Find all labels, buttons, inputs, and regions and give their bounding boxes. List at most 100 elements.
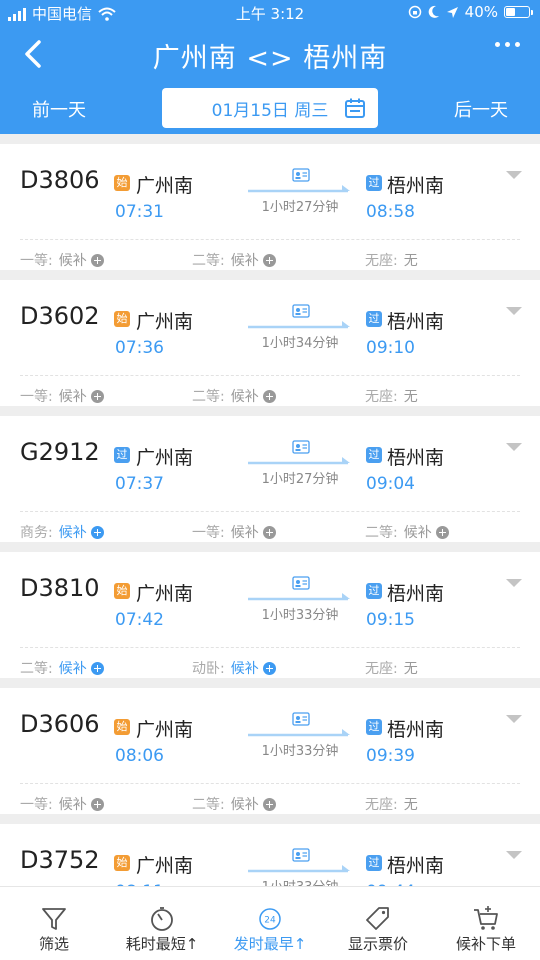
seat-availability[interactable]: 无座:无	[365, 386, 418, 406]
clock-24-icon: 24	[256, 905, 284, 933]
travel-duration: 1小时33分钟	[250, 740, 350, 759]
chevron-down-icon[interactable]	[506, 442, 522, 452]
cart-icon	[472, 905, 500, 933]
nav-bar: 广州南 <> 梧州南	[0, 28, 540, 80]
plus-icon[interactable]	[91, 254, 104, 267]
chevron-down-icon[interactable]	[506, 850, 522, 860]
tab-label: 筛选	[0, 933, 108, 954]
travel-duration: 1小时27分钟	[250, 196, 350, 215]
chevron-down-icon[interactable]	[506, 170, 522, 180]
divider	[20, 239, 520, 240]
arrival-type-badge: 过	[366, 719, 382, 735]
seat-class-label: 无座:	[365, 250, 398, 270]
seat-availability[interactable]: 一等:候补	[192, 522, 276, 542]
tab-filter[interactable]: 筛选	[0, 887, 108, 960]
departure-time: 07:37	[115, 474, 164, 494]
seat-availability[interactable]: 动卧:候补	[192, 658, 276, 678]
train-card[interactable]: D3602始广州南07:361小时34分钟过梧州南09:10一等:候补二等:候补…	[0, 280, 540, 406]
seat-class-label: 一等:	[20, 794, 53, 814]
seat-availability[interactable]: 二等:候补	[192, 794, 276, 814]
seat-status: 无	[404, 794, 418, 814]
seat-availability[interactable]: 二等:候补	[20, 658, 104, 678]
tab-label: 耗时最短↑	[108, 933, 216, 954]
seat-status: 无	[404, 658, 418, 678]
route-arrow-icon	[248, 728, 352, 740]
id-card-icon	[292, 712, 310, 726]
seat-availability[interactable]: 无座:无	[365, 794, 418, 814]
train-card[interactable]: D3752始广州南08:111小时33分钟过梧州南09:44	[0, 824, 540, 886]
chevron-down-icon[interactable]	[506, 306, 522, 316]
seat-availability[interactable]: 一等:候补	[20, 386, 104, 406]
chevron-down-icon[interactable]	[506, 714, 522, 724]
tab-label: 显示票价	[324, 933, 432, 954]
id-card-icon	[292, 576, 310, 590]
departure-type-badge: 始	[114, 855, 130, 871]
tab-shortest-duration[interactable]: 耗时最短↑	[108, 887, 216, 960]
departure-type-badge: 始	[114, 311, 130, 327]
seat-availability[interactable]: 无座:无	[365, 250, 418, 270]
tab-waitlist-order[interactable]: 候补下单	[432, 887, 540, 960]
more-button[interactable]	[495, 42, 520, 47]
tab-label: 发时最早↑	[216, 933, 324, 954]
id-card-icon	[292, 440, 310, 454]
departure-station: 广州南	[136, 851, 193, 878]
plus-icon[interactable]	[91, 526, 104, 539]
seat-class-label: 一等:	[20, 250, 53, 270]
next-day-button[interactable]: 后一天	[454, 96, 508, 122]
plus-icon[interactable]	[263, 526, 276, 539]
plus-icon[interactable]	[91, 390, 104, 403]
seat-class-label: 二等:	[192, 250, 225, 270]
seat-status: 候补	[59, 658, 87, 678]
departure-time: 07:31	[115, 202, 164, 222]
seat-status: 候补	[59, 794, 87, 814]
train-number: D3752	[20, 846, 100, 874]
plus-icon[interactable]	[436, 526, 449, 539]
train-card[interactable]: D3806始广州南07:311小时27分钟过梧州南08:58一等:候补二等:候补…	[0, 144, 540, 270]
tab-show-price[interactable]: 显示票价	[324, 887, 432, 960]
plus-icon[interactable]	[263, 254, 276, 267]
plus-icon[interactable]	[263, 798, 276, 811]
departure-type-badge: 始	[114, 719, 130, 735]
train-card[interactable]: D3606始广州南08:061小时33分钟过梧州南09:39一等:候补二等:候补…	[0, 688, 540, 814]
battery-icon	[504, 6, 530, 18]
seat-availability[interactable]: 一等: 候补	[20, 794, 104, 814]
divider	[20, 647, 520, 648]
train-card[interactable]: G2912过广州南07:371小时27分钟过梧州南09:04商务:候补一等:候补…	[0, 416, 540, 542]
seat-class-label: 二等:	[365, 522, 398, 542]
clock-badge-text: 24	[264, 916, 276, 926]
seat-availability[interactable]: 一等:候补	[20, 250, 104, 270]
chevron-down-icon[interactable]	[506, 578, 522, 588]
seat-class-label: 动卧:	[192, 658, 225, 678]
train-number: D3806	[20, 166, 100, 194]
travel-duration: 1小时33分钟	[250, 876, 350, 886]
arrival-type-badge: 过	[366, 447, 382, 463]
seat-availability[interactable]: 二等:候补	[192, 250, 276, 270]
id-card-icon	[292, 304, 310, 318]
seat-availability[interactable]: 商务:候补	[20, 522, 104, 542]
train-card[interactable]: D3810始广州南07:421小时33分钟过梧州南09:15二等:候补动卧:候补…	[0, 552, 540, 678]
train-number: D3810	[20, 574, 100, 602]
divider	[20, 375, 520, 376]
arrival-station: 梧州南	[387, 851, 444, 878]
seat-availability[interactable]: 二等:候补	[192, 386, 276, 406]
arrival-station: 梧州南	[387, 307, 444, 334]
seat-availability[interactable]: 二等:候补	[365, 522, 449, 542]
seat-class-label: 无座:	[365, 386, 398, 406]
route-arrow-icon	[248, 864, 352, 876]
plus-icon[interactable]	[91, 798, 104, 811]
seat-status: 候补	[231, 522, 259, 542]
departure-time: 07:36	[115, 338, 164, 358]
plus-icon[interactable]	[263, 662, 276, 675]
plus-icon[interactable]	[91, 662, 104, 675]
tab-earliest-departure[interactable]: 24 发时最早↑	[216, 887, 324, 960]
seat-status: 候补	[231, 386, 259, 406]
departure-station: 广州南	[136, 579, 193, 606]
departure-time: 07:42	[115, 610, 164, 630]
arrival-time: 09:10	[366, 338, 415, 358]
departure-type-badge: 始	[114, 175, 130, 191]
seat-availability[interactable]: 无座:无	[365, 658, 418, 678]
prev-day-button[interactable]: 前一天	[32, 96, 86, 122]
plus-icon[interactable]	[263, 390, 276, 403]
arrival-station: 梧州南	[387, 715, 444, 742]
date-selector[interactable]: 01月15日 周三	[162, 88, 378, 128]
